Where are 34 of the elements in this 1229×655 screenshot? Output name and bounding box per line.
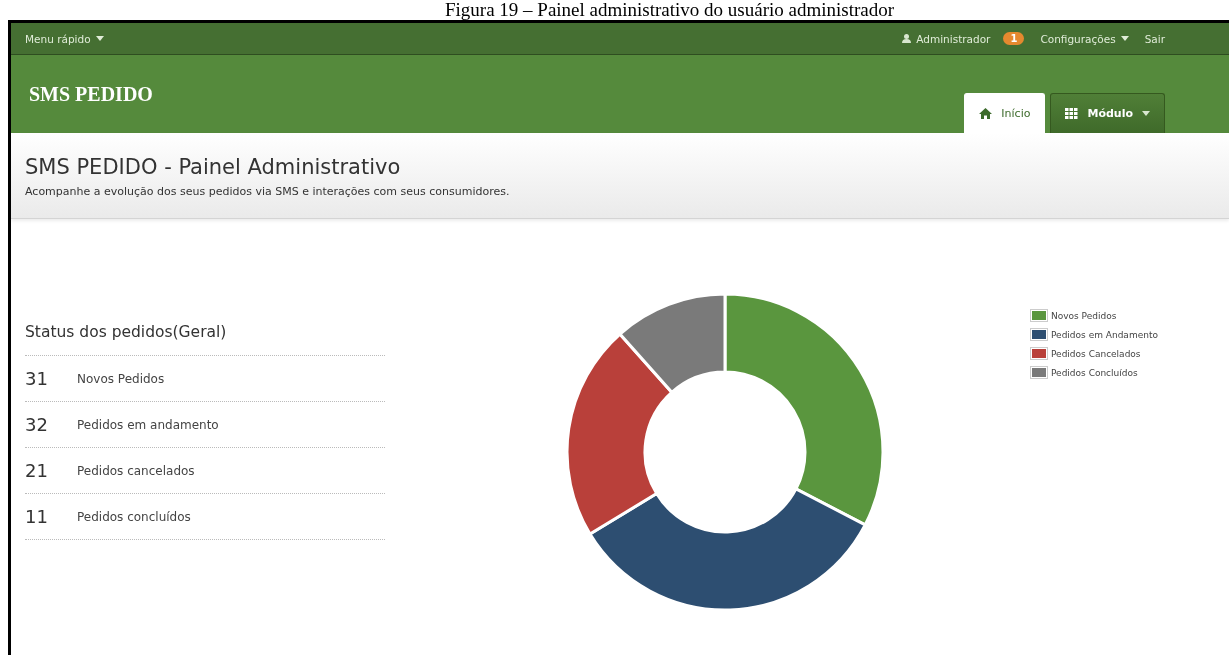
notification-badge[interactable]: 1 xyxy=(1003,32,1025,45)
user-icon xyxy=(902,34,912,43)
quick-menu-link[interactable]: Menu rápido xyxy=(25,32,104,45)
status-label: Pedidos concluídos xyxy=(77,509,191,524)
caret-icon xyxy=(95,36,104,41)
grid-icon xyxy=(1065,108,1079,119)
status-label: Novos Pedidos xyxy=(77,371,165,386)
settings-link[interactable]: Configurações xyxy=(1040,32,1129,45)
legend-label: Pedidos em Andamento xyxy=(1051,329,1158,340)
caret-icon xyxy=(1120,36,1129,41)
logout-link[interactable]: Sair xyxy=(1144,32,1165,45)
status-count: 32 xyxy=(25,414,49,435)
status-count: 11 xyxy=(25,506,49,527)
figure-caption: Figura 19 – Painel administrativo do usuário administrador xyxy=(443,0,895,20)
legend-swatch xyxy=(1030,366,1048,379)
page-title: SMS PEDIDO - Painel Administrativo xyxy=(25,155,402,179)
page-subtitle: Acompanhe a evolução dos seus pedidos via SMS e interações com seus consumidores. xyxy=(25,185,511,198)
legend-label: Pedidos Cancelados xyxy=(1051,348,1141,359)
legend-swatch xyxy=(1030,328,1048,341)
status-label: Pedidos cancelados xyxy=(77,463,195,478)
legend-label: Pedidos Concluídos xyxy=(1051,367,1138,378)
home-icon xyxy=(979,108,993,119)
tab[interactable]: Módulo xyxy=(1050,93,1165,133)
section-title: Status dos pedidos(Geral) xyxy=(25,323,385,356)
status-count: 31 xyxy=(25,368,49,389)
legend-swatch xyxy=(1030,309,1048,322)
status-label: Pedidos em andamento xyxy=(77,417,219,432)
caret-icon xyxy=(1142,111,1150,116)
user-link[interactable]: Administrador xyxy=(902,32,991,45)
tab[interactable]: Início xyxy=(964,93,1046,133)
status-count: 21 xyxy=(25,460,49,481)
brand-title: SMS PEDIDO xyxy=(29,83,153,106)
legend-label: Novos Pedidos xyxy=(1051,310,1117,321)
legend-swatch xyxy=(1030,347,1048,360)
